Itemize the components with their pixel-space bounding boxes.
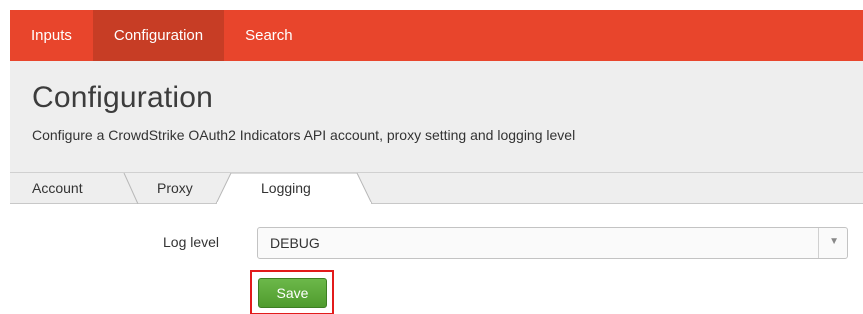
page-header: Configuration Configure a CrowdStrike OA… <box>10 61 863 172</box>
app-window: Inputs Configuration Search Configuratio… <box>0 0 863 314</box>
log-level-label: Log level <box>163 234 220 250</box>
tab-logging[interactable]: Logging <box>261 180 311 196</box>
page-title: Configuration <box>32 81 214 114</box>
nav-item-configuration[interactable]: Configuration <box>92 10 225 61</box>
top-navigation-bar: Inputs Configuration Search <box>10 10 863 61</box>
tab-proxy[interactable]: Proxy <box>157 180 193 196</box>
nav-item-inputs[interactable]: Inputs <box>10 10 93 61</box>
save-button[interactable]: Save <box>258 278 327 308</box>
tab-separators <box>123 173 373 204</box>
log-level-select[interactable]: DEBUG ▼ <box>257 227 848 259</box>
page-subtitle: Configure a CrowdStrike OAuth2 Indicator… <box>32 127 576 143</box>
tab-account[interactable]: Account <box>32 180 83 196</box>
chevron-down-icon: ▼ <box>829 236 839 247</box>
config-tab-bar: Account Proxy Logging <box>10 172 863 204</box>
select-divider <box>818 228 819 258</box>
nav-item-search[interactable]: Search <box>224 10 314 61</box>
log-level-selected-value: DEBUG <box>270 235 320 251</box>
